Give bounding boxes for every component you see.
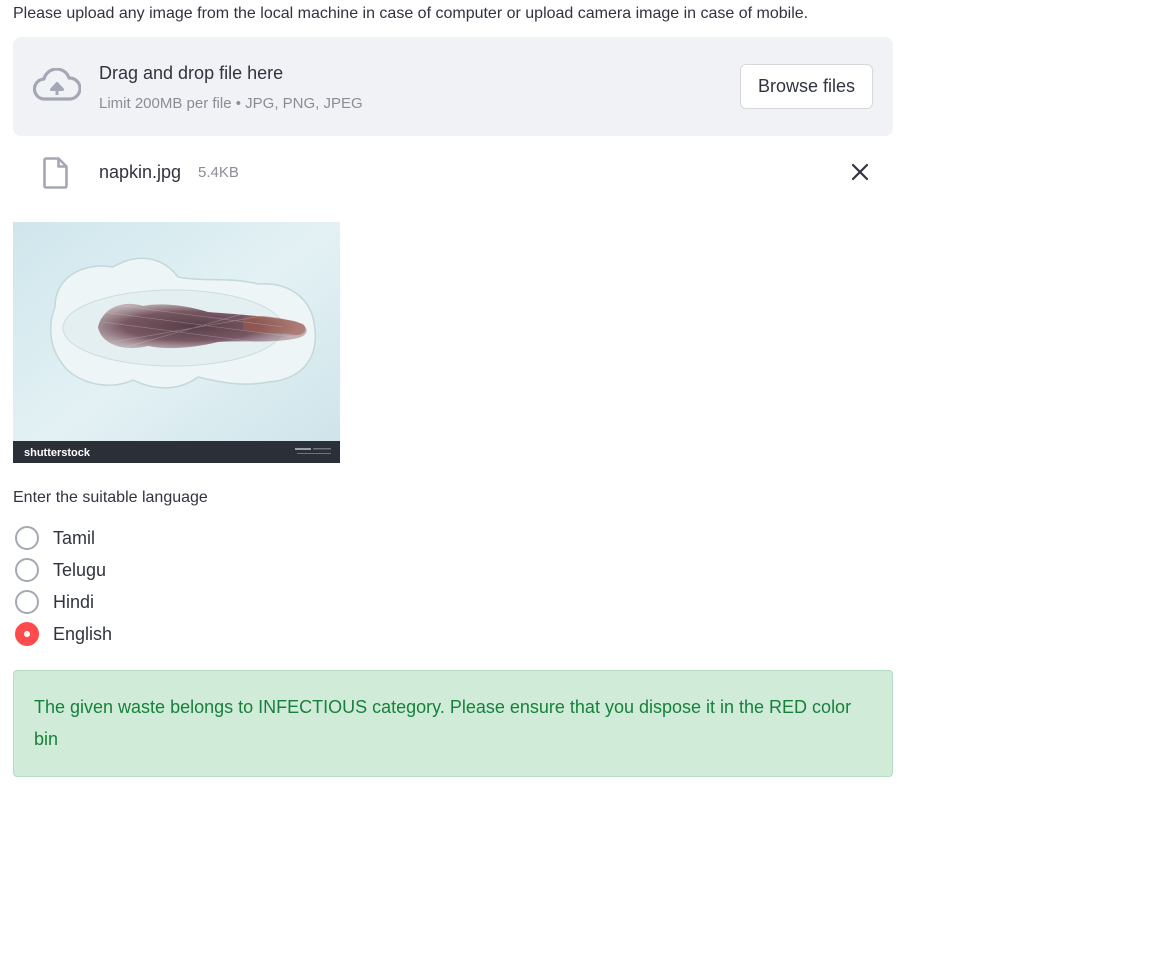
- app-page: Please upload any image from the local m…: [0, 0, 1154, 972]
- close-icon: [851, 163, 869, 181]
- radio-option-telugu[interactable]: Telugu: [15, 556, 155, 588]
- file-dropzone[interactable]: Drag and drop file here Limit 200MB per …: [13, 37, 893, 136]
- file-size: 5.4KB: [198, 164, 239, 181]
- radio-button-selected[interactable]: [15, 622, 39, 646]
- dropzone-title: Drag and drop file here: [99, 63, 284, 83]
- file-name: napkin.jpg: [99, 162, 182, 182]
- radio-label: Hindi: [53, 592, 95, 612]
- radio-button[interactable]: [15, 590, 39, 614]
- radio-option-tamil[interactable]: Tamil: [15, 524, 155, 556]
- radio-option-english[interactable]: English: [15, 620, 155, 652]
- radio-label: Telugu: [53, 560, 107, 580]
- radio-option-hindi[interactable]: Hindi: [15, 588, 155, 620]
- language-radio-group: Tamil Telugu Hindi English: [15, 524, 155, 652]
- uploaded-image-preview: shutterstock: [13, 222, 340, 463]
- upload-instruction: Please upload any image from the local m…: [13, 5, 809, 22]
- radio-label: English: [53, 624, 113, 644]
- uploaded-file-row: napkin.jpg 5.4KB: [13, 150, 893, 194]
- radio-label: Tamil: [53, 528, 96, 548]
- radio-button[interactable]: [15, 526, 39, 550]
- cloud-upload-icon: [33, 68, 81, 101]
- file-icon: [43, 157, 68, 189]
- watermark-logo: shutterstock: [24, 447, 91, 459]
- radio-button[interactable]: [15, 558, 39, 582]
- remove-file-button[interactable]: [847, 159, 873, 185]
- dropzone-limit-text: Limit 200MB per file • JPG, PNG, JPEG: [99, 95, 363, 112]
- success-alert: The given waste belongs to INFECTIOUS ca…: [13, 670, 893, 777]
- browse-files-button[interactable]: Browse files: [740, 64, 873, 109]
- language-label: Enter the suitable language: [13, 489, 208, 506]
